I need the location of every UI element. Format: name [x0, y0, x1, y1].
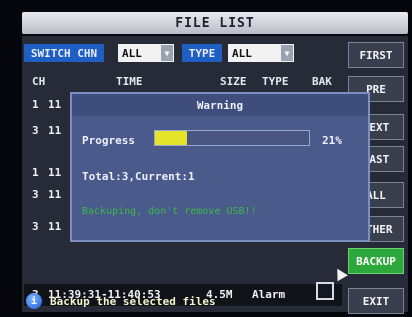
row-ch: 1 — [32, 98, 39, 111]
backup-status-message: Backuping, don't remove USB!! — [82, 206, 257, 217]
progress-label: Progress — [82, 134, 135, 147]
col-ch: CH — [32, 75, 46, 88]
dvr-screen: FILE LIST SWITCH CHN ALL ▼ TYPE ALL ▼ CH… — [0, 0, 412, 317]
tip-text: Backup the selected files — [50, 294, 216, 308]
list-header: CH TIME SIZE TYPE BAK — [24, 72, 342, 92]
exit-button[interactable]: EXIT — [348, 288, 404, 314]
row-time: 11 — [48, 124, 62, 137]
filter-row: SWITCH CHN ALL ▼ TYPE ALL ▼ — [22, 44, 352, 62]
progress-percent: 21% — [322, 134, 342, 147]
file-list-panel: SWITCH CHN ALL ▼ TYPE ALL ▼ CH TIME SIZE… — [22, 36, 408, 314]
col-time: TIME — [116, 75, 143, 88]
progress-fill — [155, 131, 188, 145]
row-time: 11 — [48, 166, 62, 179]
progress-bar — [154, 130, 310, 146]
chevron-down-icon: ▼ — [161, 45, 173, 61]
row-time: 11 — [48, 98, 62, 111]
switch-channel-label: SWITCH CHN — [24, 44, 104, 62]
warning-dialog: Warning Progress 21% Total:3,Current:1 B… — [70, 92, 370, 242]
row-ch: 3 — [32, 124, 39, 137]
col-bak: BAK — [312, 75, 332, 88]
dialog-title: Warning — [72, 94, 368, 116]
chevron-down-icon: ▼ — [281, 45, 293, 61]
progress-total: Total:3,Current:1 — [82, 170, 195, 183]
col-size: SIZE — [220, 75, 247, 88]
channel-select[interactable]: ALL ▼ — [118, 44, 174, 62]
type-label: TYPE — [182, 44, 222, 62]
row-time: 11 — [48, 220, 62, 233]
backup-button[interactable]: BACKUP — [348, 248, 404, 274]
row-ch: 3 — [32, 188, 39, 201]
type-select-value: ALL — [232, 46, 252, 60]
first-button[interactable]: FIRST — [348, 42, 404, 68]
row-ch: 3 — [32, 220, 39, 233]
row-ch: 1 — [32, 166, 39, 179]
window-title: FILE LIST — [22, 12, 408, 34]
info-icon: i — [26, 293, 42, 309]
channel-select-value: ALL — [122, 46, 142, 60]
type-select[interactable]: ALL ▼ — [228, 44, 294, 62]
col-type: TYPE — [262, 75, 289, 88]
status-tip: i Backup the selected files — [22, 292, 342, 310]
row-time: 11 — [48, 188, 62, 201]
